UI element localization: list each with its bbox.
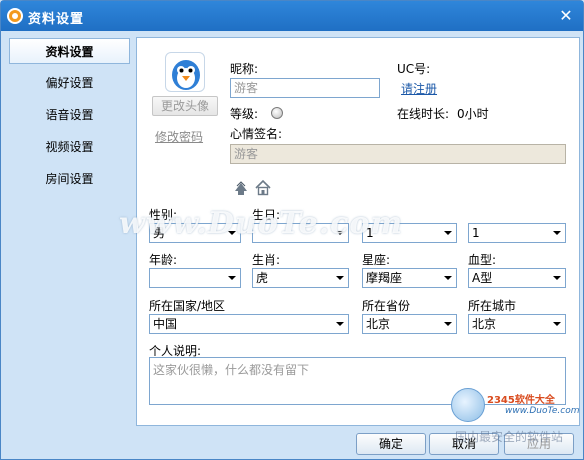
blood-type-value: A型: [472, 271, 493, 285]
age-select[interactable]: [149, 268, 241, 288]
nickname-input[interactable]: 游客: [230, 78, 380, 98]
nickname-label: 昵称:: [230, 62, 259, 76]
gender-label: 性别:: [149, 208, 178, 222]
province-value: 北京: [366, 317, 391, 331]
gender-select[interactable]: 男: [149, 223, 241, 243]
age-label: 年龄:: [149, 253, 178, 267]
apply-button[interactable]: 应用: [504, 433, 574, 455]
sidebar-item-preferences[interactable]: 偏好设置: [9, 70, 130, 96]
signature-input[interactable]: 游客: [230, 144, 566, 164]
sidebar-item-audio[interactable]: 语音设置: [9, 102, 130, 128]
ok-button[interactable]: 确定: [356, 433, 426, 455]
settings-window: 资料设置 ✕ 资料设置 偏好设置 语音设置 视频设置 房间设置 更改头像 修改密…: [0, 0, 584, 460]
chevron-down-icon: [336, 276, 344, 280]
chevron-down-icon: [228, 276, 236, 280]
birthday-month-select[interactable]: 1: [362, 223, 457, 243]
zodiac-label: 生肖:: [252, 253, 281, 267]
level-badge-icon: [271, 107, 283, 119]
zodiac-value: 虎: [256, 271, 269, 285]
chevron-down-icon: [444, 276, 452, 280]
cancel-button[interactable]: 取消: [429, 433, 499, 455]
intro-textarea[interactable]: 这家伙很懒，什么都没有留下: [149, 357, 566, 405]
clover-icon[interactable]: [232, 179, 250, 197]
title-bar: 资料设置 ✕: [1, 1, 583, 31]
province-select[interactable]: 北京: [362, 314, 457, 334]
constellation-select[interactable]: 摩羯座: [362, 268, 457, 288]
city-label: 所在城市: [468, 299, 517, 313]
city-value: 北京: [472, 317, 497, 331]
province-label: 所在省份: [362, 299, 411, 313]
chevron-down-icon: [336, 322, 344, 326]
profile-panel: 更改头像 修改密码 昵称: 游客 UC号: 请注册 等级: 在线时长: 0小时 …: [136, 37, 580, 426]
home-icon[interactable]: [254, 179, 272, 197]
birthday-day-select[interactable]: 1: [468, 223, 566, 243]
country-value: 中国: [153, 317, 178, 331]
blood-type-select[interactable]: A型: [468, 268, 566, 288]
sidebar-item-room[interactable]: 房间设置: [9, 166, 130, 192]
chevron-down-icon: [444, 322, 452, 326]
level-label: 等级:: [230, 107, 259, 121]
window-title: 资料设置: [28, 12, 85, 27]
online-time-value: 0小时: [457, 107, 489, 121]
chevron-down-icon: [553, 231, 561, 235]
signature-label: 心情签名:: [230, 127, 283, 141]
constellation-value: 摩羯座: [366, 271, 403, 285]
blood-type-label: 血型:: [468, 253, 497, 267]
city-select[interactable]: 北京: [468, 314, 566, 334]
sidebar-item-profile[interactable]: 资料设置: [9, 38, 130, 64]
online-time-label: 在线时长:: [397, 107, 450, 121]
chevron-down-icon: [444, 231, 452, 235]
sidebar: 资料设置 偏好设置 语音设置 视频设置 房间设置: [1, 31, 136, 426]
chevron-down-icon: [228, 231, 236, 235]
chevron-down-icon: [336, 231, 344, 235]
change-password-link[interactable]: 修改密码: [155, 128, 203, 145]
change-avatar-button[interactable]: 更改头像: [152, 96, 218, 116]
chevron-down-icon: [553, 322, 561, 326]
register-link[interactable]: 请注册: [401, 80, 437, 97]
close-icon[interactable]: ✕: [556, 6, 576, 26]
birthday-label: 生日:: [252, 208, 281, 222]
chevron-down-icon: [553, 276, 561, 280]
penguin-avatar-icon: [172, 60, 200, 90]
zodiac-select[interactable]: 虎: [252, 268, 349, 288]
country-label: 所在国家/地区: [149, 299, 226, 313]
constellation-label: 星座:: [362, 253, 391, 267]
birthday-month-value: 1: [366, 226, 374, 240]
birthday-day-value: 1: [472, 226, 480, 240]
avatar[interactable]: [165, 52, 205, 92]
birthday-year-select[interactable]: [252, 223, 349, 243]
country-select[interactable]: 中国: [149, 314, 349, 334]
gender-value: 男: [153, 226, 166, 240]
uc-number-label: UC号:: [397, 62, 431, 76]
sidebar-item-video[interactable]: 视频设置: [9, 134, 130, 160]
app-logo-icon: [7, 8, 23, 24]
